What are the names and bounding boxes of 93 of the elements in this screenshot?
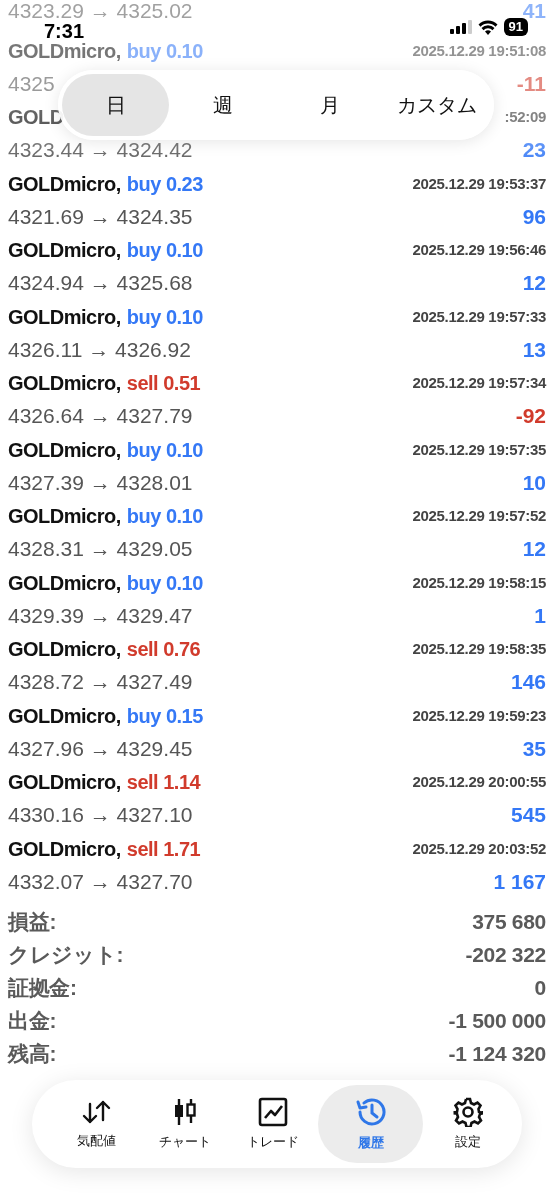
summary-label: 証拠金: (8, 974, 77, 1001)
order-label: buy 0.10 (126, 572, 203, 593)
trade-time: 2025.12.29 19:53:37 (412, 173, 546, 194)
symbol-label: GOLDmicro, (8, 639, 121, 660)
period-tab[interactable]: 週 (169, 74, 276, 136)
order-label: buy 0.10 (126, 240, 203, 261)
order-label: sell 1.14 (126, 772, 201, 793)
period-tab[interactable]: 月 (276, 74, 383, 136)
profit-value: 23 (522, 140, 546, 161)
order-label: sell 1.71 (126, 838, 201, 859)
trade-time: 2025.12.29 20:00:55 (412, 772, 546, 793)
profit-value: -92 (515, 406, 546, 427)
trade-time: 2025.12.29 20:03:52 (412, 838, 546, 859)
profit-value: 545 (510, 805, 546, 826)
price-range: 4321.69 → 4324.35 (8, 206, 193, 227)
symbol-label: GOLDmicro, (8, 240, 121, 261)
summary-label: 損益: (8, 908, 57, 935)
trade-time: 2025.12.29 19:56:46 (412, 240, 546, 261)
symbol-label: GOLD (8, 107, 64, 128)
summary-value: 375 680 (472, 908, 546, 935)
symbol-label: GOLDmicro, (8, 705, 121, 726)
profit-value: 12 (522, 273, 546, 294)
price-range: 4323.29 → 4325.02 (8, 1, 193, 21)
summary-value: 0 (534, 974, 546, 1001)
order-label: buy 0.10 (126, 506, 203, 527)
symbol-label: GOLDmicro, (8, 838, 121, 859)
settings-icon (452, 1097, 483, 1127)
order-label: sell 0.76 (126, 639, 201, 660)
status-time: 7:31 (44, 22, 85, 40)
price-range: 4324.94 → 4325.68 (8, 273, 193, 294)
summary-label: 出金: (8, 1007, 57, 1034)
order-label: buy 0.23 (126, 173, 203, 194)
arrows-icon (81, 1098, 112, 1126)
order-label: buy 0.10 (126, 40, 203, 61)
price-range: 4328.31 → 4329.05 (8, 539, 193, 560)
profit-value: 13 (522, 339, 546, 360)
profit-value: 146 (510, 672, 546, 693)
profit-value: 1 (534, 605, 546, 626)
profit-value: -11 (516, 73, 546, 94)
trade-time: :52:09 (504, 107, 546, 128)
trade-time: 2025.12.29 19:57:33 (412, 306, 546, 327)
price-range: 4326.64 → 4327.79 (8, 406, 193, 427)
battery-icon: 91 (503, 18, 528, 36)
symbol-label: GOLDmicro, (8, 572, 121, 593)
order-label: buy 0.10 (126, 306, 203, 327)
tab-bar-item[interactable]: トレード (229, 1085, 318, 1163)
price-range: 4332.07 → 4327.70 (8, 871, 193, 892)
summary-value: -1 124 320 (448, 1040, 546, 1067)
profit-value: 10 (522, 472, 546, 493)
symbol-label: GOLDmicro, (8, 306, 121, 327)
symbol-label: GOLDmicro, (8, 173, 121, 194)
trade-time: 2025.12.29 19:58:15 (412, 572, 546, 593)
order-label: sell 0.51 (126, 373, 201, 394)
trade-time: 2025.12.29 19:57:34 (412, 373, 546, 394)
summary-value: -202 322 (465, 941, 546, 968)
summary-label: クレジット: (8, 941, 124, 968)
trade-time: 2025.12.29 19:57:52 (412, 506, 546, 527)
price-range: 4329.39 → 4329.47 (8, 605, 193, 626)
profit-value: 41 (522, 1, 546, 21)
price-range: 4327.96 → 4329.45 (8, 738, 193, 759)
order-label: buy 0.15 (126, 705, 203, 726)
profit-value: 35 (522, 738, 546, 759)
period-tab[interactable]: 日 (62, 74, 169, 136)
symbol-label: GOLDmicro, (8, 40, 121, 61)
trade-time: 2025.12.29 19:58:35 (412, 639, 546, 660)
trade-time: 2025.12.29 19:51:08 (412, 40, 546, 61)
profit-value: 12 (522, 539, 546, 560)
tab-bar-item[interactable]: チャート (140, 1085, 230, 1163)
tab-bar-item[interactable]: 履歴 (317, 1085, 424, 1163)
price-range: 4325 (8, 73, 55, 94)
tab-bar-item[interactable]: 設定 (423, 1085, 512, 1163)
wifi-icon (477, 19, 498, 35)
tab-bar-item[interactable]: 気配値 (52, 1085, 141, 1163)
line-chart-icon (258, 1097, 289, 1127)
summary-label: 残高: (8, 1040, 57, 1067)
symbol-label: GOLDmicro, (8, 772, 121, 793)
price-range: 4323.44 → 4324.42 (8, 140, 193, 161)
profit-value: 1 167 (493, 871, 546, 892)
price-range: 4330.16 → 4327.10 (8, 805, 193, 826)
symbol-label: GOLDmicro, (8, 506, 121, 527)
history-icon (354, 1096, 387, 1128)
symbol-label: GOLDmicro, (8, 373, 121, 394)
signal-icon (449, 20, 472, 34)
price-range: 4327.39 → 4328.01 (8, 472, 193, 493)
price-range: 4328.72 → 4327.49 (8, 672, 193, 693)
order-label: buy 0.10 (126, 439, 203, 460)
price-range: 4326.11 → 4326.92 (8, 339, 191, 360)
period-tab[interactable]: カスタム (383, 74, 490, 136)
profit-value: 96 (522, 206, 546, 227)
trade-time: 2025.12.29 19:59:23 (412, 705, 546, 726)
symbol-label: GOLDmicro, (8, 439, 121, 460)
summary-value: -1 500 000 (448, 1007, 546, 1034)
trade-time: 2025.12.29 19:57:35 (412, 439, 546, 460)
